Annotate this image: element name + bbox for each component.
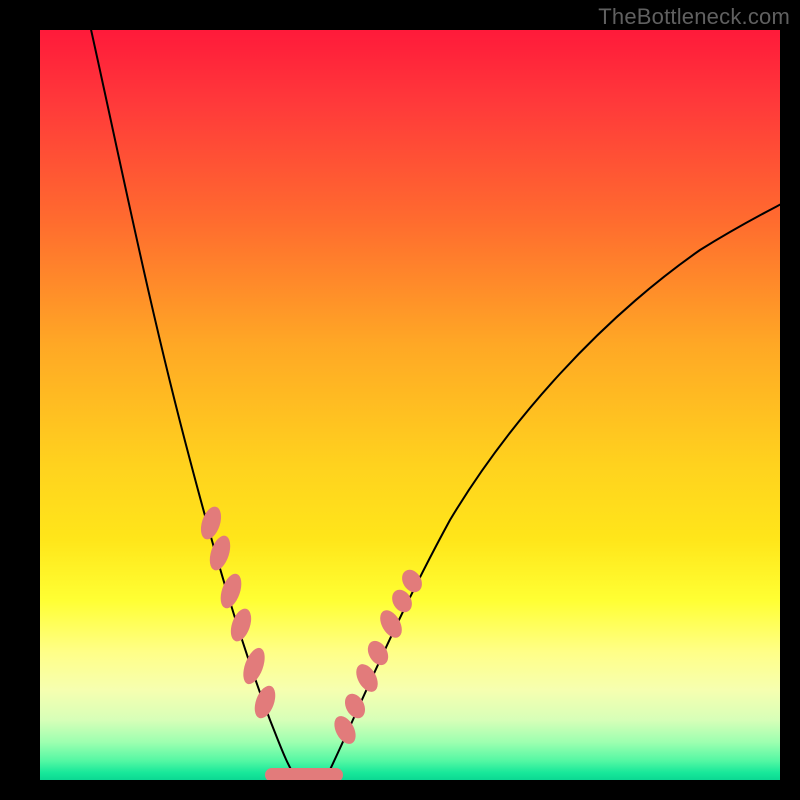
- curve-right-branch: [325, 202, 780, 780]
- watermark-text: TheBottleneck.com: [598, 4, 790, 30]
- curve-svg: [40, 30, 780, 780]
- markers-left: [197, 504, 279, 721]
- chart-frame: TheBottleneck.com: [0, 0, 800, 800]
- curve-left-branch: [90, 30, 298, 780]
- plot-area: [40, 30, 780, 780]
